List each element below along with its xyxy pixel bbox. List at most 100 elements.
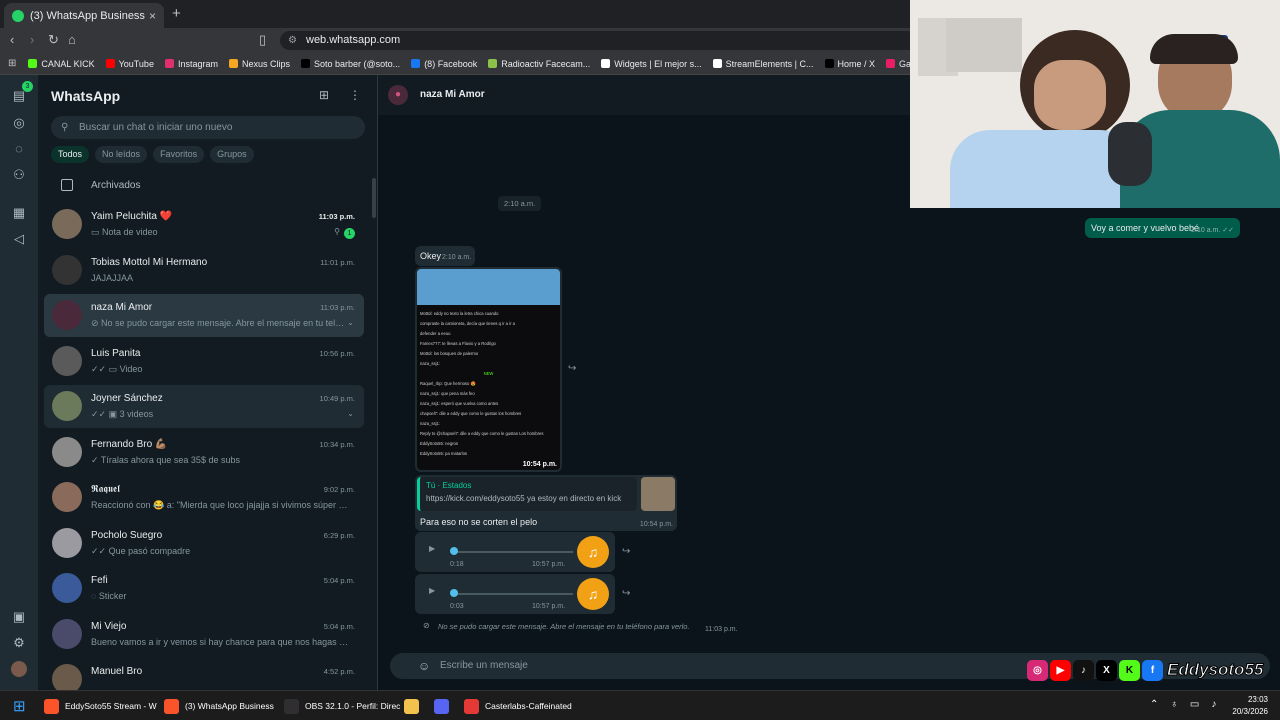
contact-avatar[interactable] [52,345,82,376]
chat-list-item[interactable]: Fefi 5:04 p.m. ◌ Sticker [44,567,364,610]
media-icon[interactable]: ▣ [11,609,27,625]
taskbar-app[interactable] [434,696,455,716]
bookmark-icon[interactable]: ▯ [259,32,266,48]
contact-avatar[interactable] [52,482,82,512]
contact-name: Luis Panita [91,347,141,359]
contact-avatar[interactable] [52,573,82,603]
back-icon[interactable]: ‹ [10,32,14,47]
contact-name: Fernando Bro 💪🏽 [91,438,168,450]
microphone-icon[interactable]: ♁ [1170,699,1178,710]
chat-list-item[interactable]: 𝕽𝖆𝖖𝖚𝖊𝖑 9:02 p.m. Reaccionó con 😂 a: "Mierd… [44,476,364,519]
chat-list-item[interactable]: Fernando Bro 💪🏽 10:34 p.m. ✓ Tíralas ahora… [44,431,364,474]
home-icon[interactable]: ⌂ [68,32,76,47]
chat-list-item[interactable]: Mi Viejo 5:04 p.m. Bueno vamos a ir y vemo… [44,613,364,656]
search-input[interactable]: ⚲ Buscar un chat o iniciar uno nuevo [51,116,365,139]
filter-chip-unread[interactable]: No leídos [95,146,148,163]
apps-grid-icon[interactable]: ⊞ [8,58,16,69]
voice-message[interactable]: ▶ 0:03 10:57 p.m. ♫ [415,574,615,614]
chat-list-item[interactable]: Yaim Peluchita ❤️ 11:03 p.m. ▭ Nota de vid… [44,203,364,246]
bookmark-item[interactable]: CANAL KICK [28,59,95,69]
network-icon[interactable]: ▭ [1190,699,1199,710]
settings-icon[interactable]: ⚙ [11,635,27,651]
chevron-down-icon[interactable]: ⌄ [347,409,354,418]
bookmark-item[interactable]: Instagram [164,59,218,69]
browser-tab[interactable]: (3) WhatsApp Business × [4,3,164,28]
incoming-message[interactable]: Okey 2:10 a.m. [415,246,475,266]
catalog-icon[interactable]: ▦ [11,205,27,221]
taskbar-app[interactable]: OBS 32.1.0 - Perfil: Direc [284,696,400,716]
bookmark-item[interactable]: StreamElements | C... [712,59,814,69]
forward-icon[interactable]: ↪ [568,363,576,374]
play-icon[interactable]: ▶ [429,586,435,595]
volume-icon[interactable]: ♪ [1211,699,1216,710]
contact-avatar[interactable] [52,391,82,421]
taskbar-app[interactable]: EddySoto55 Stream - W [44,696,157,716]
bookmark-item[interactable]: YouTube [105,59,154,69]
status-icon[interactable]: ◎ [11,115,27,131]
contact-avatar[interactable] [52,300,82,330]
profile-avatar[interactable] [11,661,27,677]
bookmark-item[interactable]: (8) Facebook [411,59,477,69]
emoji-icon[interactable]: ☺ [418,653,430,679]
ads-megaphone-icon[interactable]: ◁ [11,231,27,247]
bookmark-item[interactable]: Widgets | El mejor s... [601,59,702,69]
address-bar[interactable]: ⚙ web.whatsapp.com [280,31,920,50]
archived-row[interactable]: Archivados [38,175,377,197]
clock[interactable]: 23:03 20/3/2026 [1232,694,1268,718]
windows-start-icon[interactable]: ⊞ [13,697,26,715]
bookmark-item[interactable]: Soto barber (@soto... [301,59,400,69]
contact-avatar[interactable] [52,527,82,558]
new-chat-icon[interactable]: ⊞ [319,88,329,102]
outgoing-message[interactable]: Voy a comer y vuelvo bebé 2:10 a.m. ✓✓ [1085,218,1240,238]
warning-icon: ⊘ [423,621,430,630]
contact-avatar[interactable] [52,618,82,649]
contact-avatar[interactable] [52,664,82,690]
contact-avatar[interactable] [52,209,82,239]
chat-list-item[interactable]: naza Mi Amor 11:03 p.m. ⊘ No se pudo carga… [44,294,364,337]
chevron-down-icon[interactable]: ⌄ [347,318,354,327]
chat-list-item[interactable]: Joyner Sánchez 10:49 p.m. ✓✓ ▣ 3 videos ⌄ [44,385,364,428]
quoted-status[interactable]: Tú · Estados https://kick.com/eddysoto55… [417,477,637,511]
stream-chat-screenshot[interactable]: Mottol: eddy no texto la letra chica cua… [417,269,560,470]
voice-message[interactable]: ▶ 0:18 10:57 p.m. ♫ [415,532,615,572]
communities-icon[interactable]: ⚇ [11,167,27,183]
forward-icon[interactable]: ↪ [622,546,630,557]
forward-icon[interactable]: › [30,32,34,47]
channels-icon[interactable]: ◌ [11,141,27,157]
audio-progress-track[interactable] [453,551,573,553]
filter-chip-groups[interactable]: Grupos [210,146,254,163]
microphone [1108,122,1152,186]
site-info-icon[interactable]: ⚙ [288,31,297,50]
tray-overflow-icon[interactable]: ⌃ [1150,699,1158,710]
contact-avatar[interactable] [52,436,82,467]
image-message[interactable]: Mottol: eddy no texto la letra chica cua… [415,267,562,472]
tab-close-icon[interactable]: × [149,9,156,23]
menu-icon[interactable]: ⋮ [349,88,361,102]
taskbar-app[interactable]: Casterlabs-Caffeinated [464,696,572,716]
taskbar-app[interactable]: (3) WhatsApp Business [164,696,274,716]
bookmark-label: Nexus Clips [241,58,290,69]
message-time: 10:54 p.m. [522,461,557,468]
bookmark-item[interactable]: Nexus Clips [228,58,290,69]
new-tab-button[interactable]: + [172,5,181,22]
filter-chip-favorites[interactable]: Favoritos [153,146,205,163]
bookmark-item[interactable]: Home / X [824,59,875,69]
reload-icon[interactable]: ↻ [48,32,59,48]
play-icon[interactable]: ▶ [429,544,435,553]
audio-progress-track[interactable] [453,593,573,595]
bookmark-favicon-icon [301,59,310,68]
status-reply-message[interactable]: Tú · Estados https://kick.com/eddysoto55… [415,475,677,531]
chat-list-item[interactable]: Tobias Mottol Mi Hermano 11:01 p.m. JAJAJJ… [44,249,364,292]
contact-avatar[interactable]: ● [388,85,408,105]
chat-list-item[interactable]: Manuel Bro 4:52 p.m. [44,658,364,690]
chat-list-item[interactable]: Luis Panita 10:56 p.m. ✓✓ ▭ Video [44,340,364,383]
contact-avatar[interactable] [52,254,82,285]
bookmark-item[interactable]: Radioactiv Facecam... [488,59,590,69]
chat-list-scrollbar[interactable] [372,178,376,218]
forward-icon[interactable]: ↪ [622,588,630,599]
audio-scrubber[interactable] [450,547,458,555]
filter-chip-all[interactable]: Todos [51,146,90,163]
chat-list-item[interactable]: Pocholo Suegro 6:29 p.m. ✓✓ Que pasó compa… [44,522,364,565]
taskbar-app[interactable] [404,696,425,716]
audio-scrubber[interactable] [450,589,458,597]
